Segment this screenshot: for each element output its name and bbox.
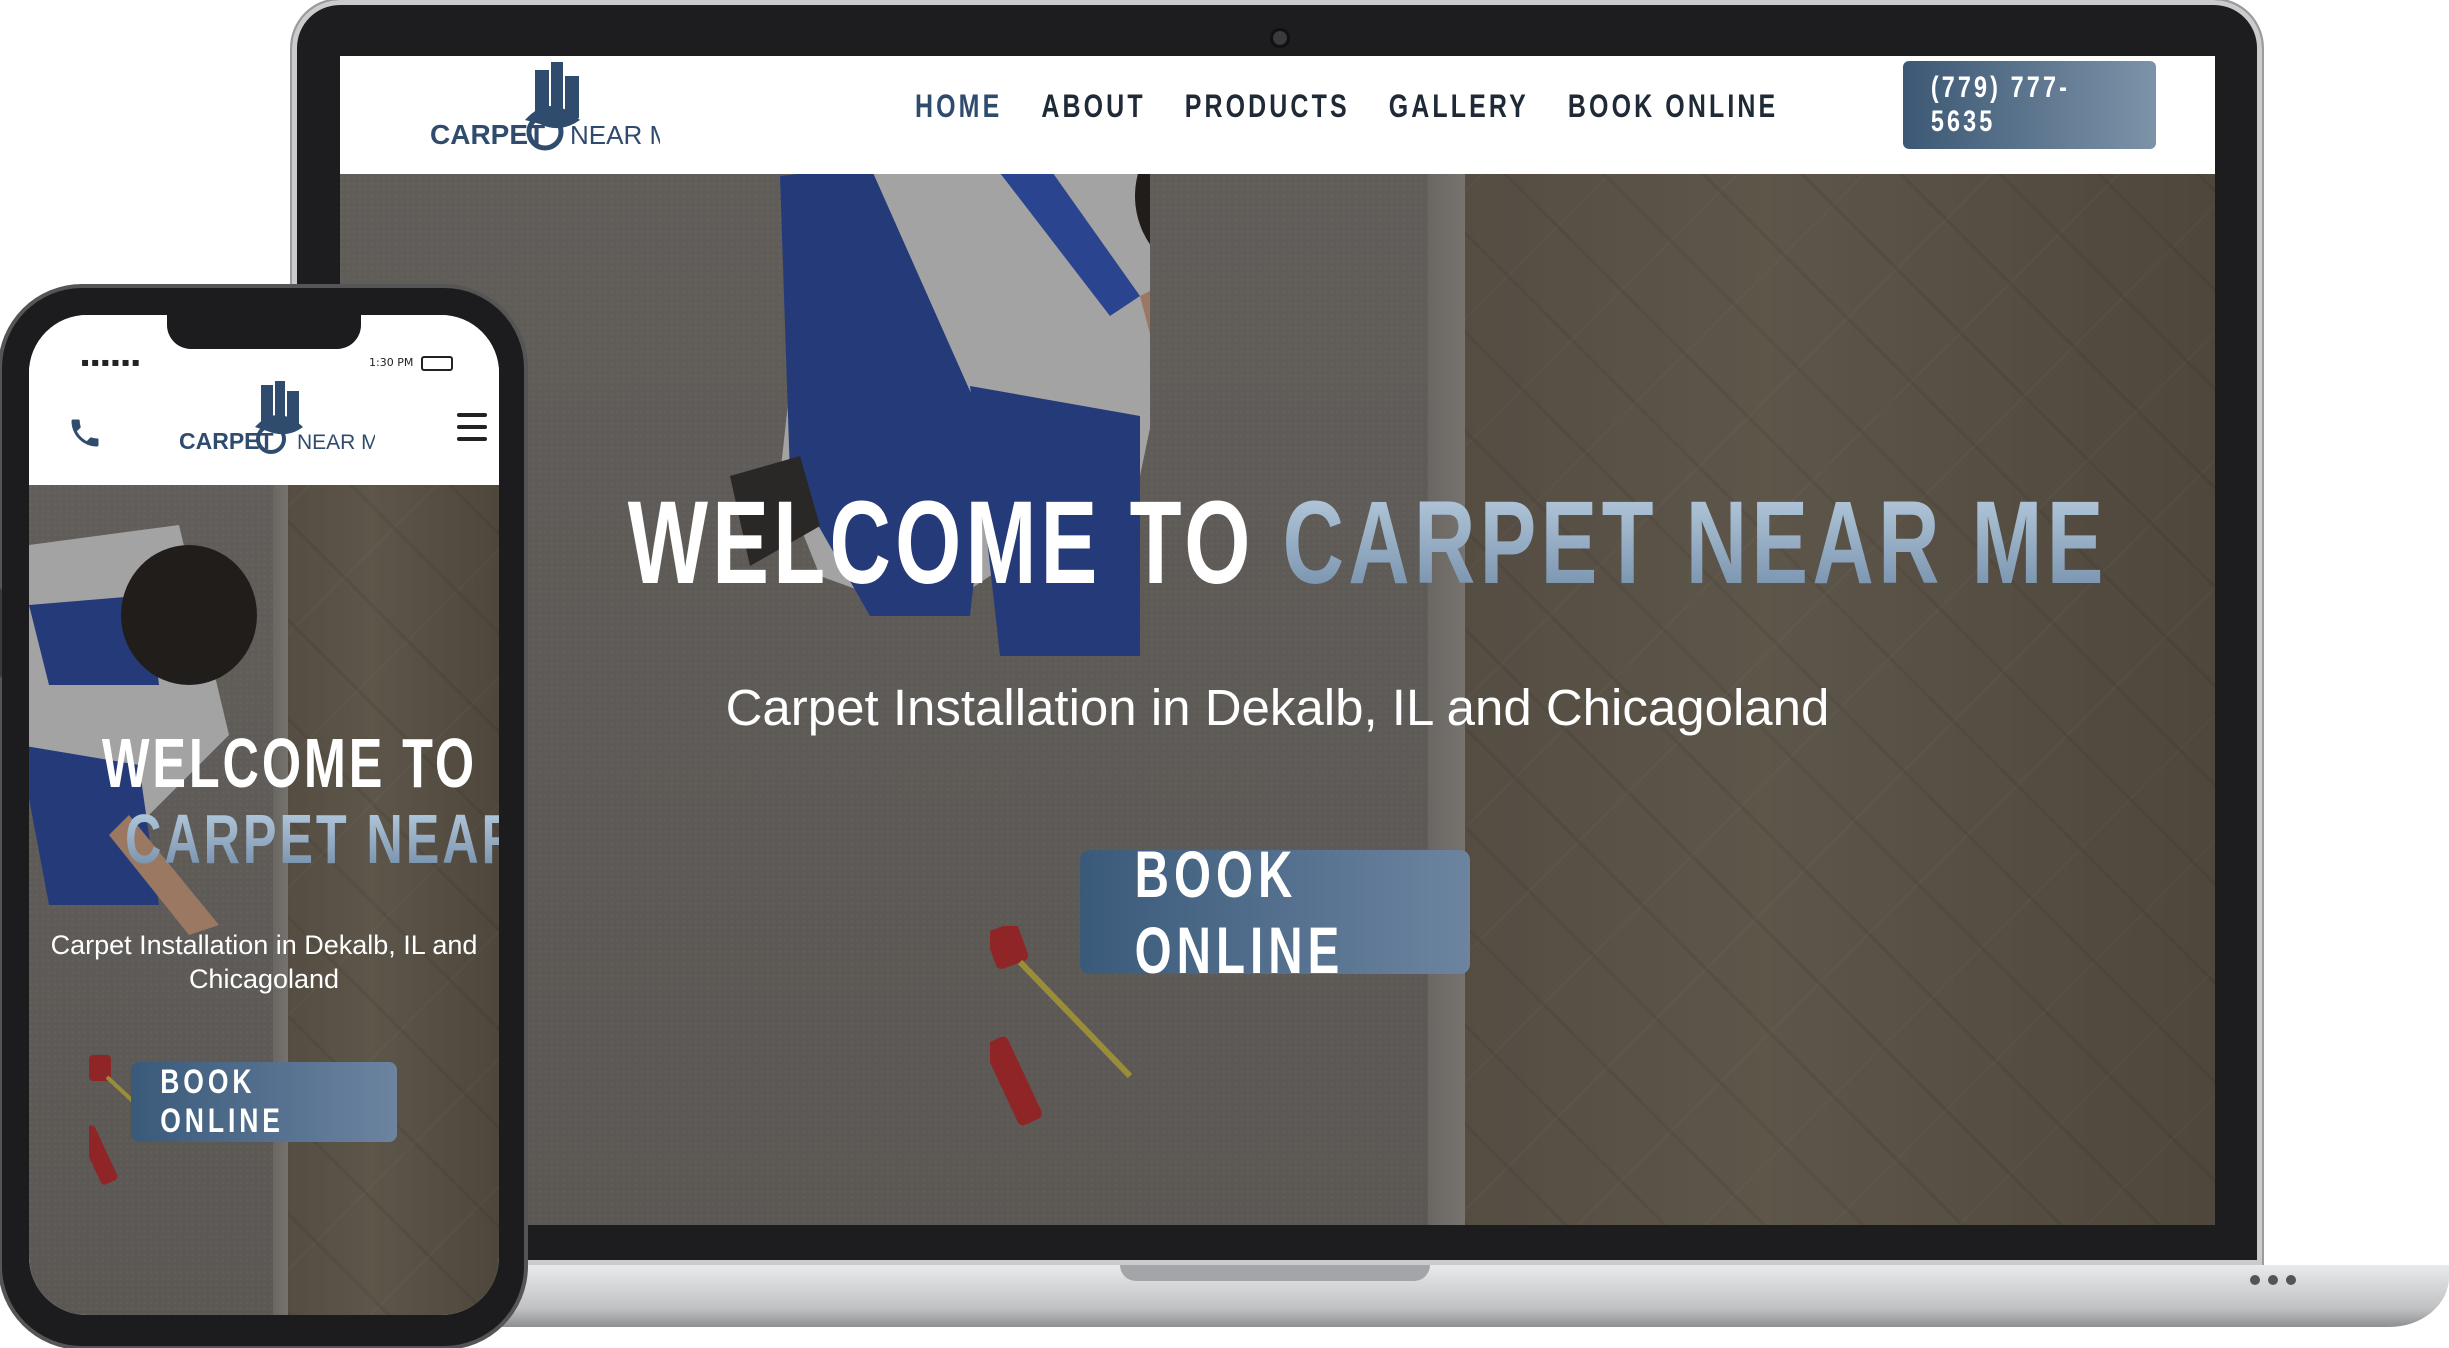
hamburger-menu-icon[interactable] xyxy=(457,413,487,441)
hero-title-accent: CARPET NEAR ME xyxy=(1282,477,2108,610)
mobile-logo-text-left: CARPET xyxy=(179,428,274,454)
phone-frame: WELCOME TO CARPET NEAR ME Carpet Install… xyxy=(0,288,524,1346)
mobile-book-online-button[interactable]: BOOK ONLINE xyxy=(131,1062,397,1142)
mobile-hero-title-line2: CARPET NEAR ME xyxy=(125,801,499,877)
nav-book-online[interactable]: BOOK ONLINE xyxy=(1568,88,1778,125)
desktop-navbar: CARPET NEAR ME HOME ABOUT PRODUCTS GALLE… xyxy=(340,56,2215,174)
book-online-button[interactable]: BOOK ONLINE xyxy=(1080,837,1470,987)
logo-text-left: CARPET xyxy=(430,119,545,150)
phone-side-button xyxy=(0,588,2,678)
mobile-hero-title: WELCOME TO CARPET NEAR ME xyxy=(29,725,499,877)
nav-products[interactable]: PRODUCTS xyxy=(1185,88,1350,125)
battery-icon xyxy=(421,356,453,371)
mobile-hero-subtitle: Carpet Installation in Dekalb, IL and Ch… xyxy=(50,930,478,994)
phone-number-button[interactable]: (779) 777-5635 xyxy=(1903,61,2156,149)
hero-background-image xyxy=(340,56,2215,1225)
book-online-label: BOOK ONLINE xyxy=(1134,837,1345,987)
hero-title: WELCOME TO CARPET NEAR ME xyxy=(340,475,2215,611)
phone-icon[interactable] xyxy=(67,415,103,451)
camera-icon xyxy=(1270,28,1290,48)
main-menu: HOME ABOUT PRODUCTS GALLERY BOOK ONLINE xyxy=(915,88,1778,125)
status-time: 1:30 PM xyxy=(369,356,414,369)
hero-subtitle: Carpet Installation in Dekalb, IL and Ch… xyxy=(725,679,1830,736)
brand-logo[interactable]: CARPET NEAR ME xyxy=(430,62,660,162)
mobile-brand-logo[interactable]: CARPET NEAR ME xyxy=(179,381,375,471)
hero-title-white: WELCOME TO xyxy=(627,477,1283,610)
logo-text-right: NEAR ME xyxy=(570,120,660,150)
phone-notch xyxy=(167,315,361,349)
laptop-hinge-notch xyxy=(1120,1265,1430,1281)
nav-about[interactable]: ABOUT xyxy=(1041,88,1145,125)
mobile-hero-background: WELCOME TO CARPET NEAR ME Carpet Install… xyxy=(29,485,499,1315)
mobile-logo-text-right: NEAR ME xyxy=(297,431,375,454)
nav-home[interactable]: HOME xyxy=(915,88,1002,125)
mobile-hero-title-line1: WELCOME TO xyxy=(101,724,477,802)
mobile-website: WELCOME TO CARPET NEAR ME Carpet Install… xyxy=(29,315,499,1315)
signal-indicator: ▪▪▪▪▪▪ xyxy=(81,355,142,369)
mobile-header: ▪▪▪▪▪▪ 1:30 PM CARPET NEAR ME xyxy=(29,315,499,485)
phone-number-label: (779) 777-5635 xyxy=(1930,71,2070,138)
nav-gallery[interactable]: GALLERY xyxy=(1389,88,1529,125)
laptop-indicator-dots xyxy=(2250,1275,2296,1285)
mobile-book-online-label: BOOK ONLINE xyxy=(160,1063,284,1140)
desktop-website: CARPET NEAR ME HOME ABOUT PRODUCTS GALLE… xyxy=(340,56,2215,1225)
